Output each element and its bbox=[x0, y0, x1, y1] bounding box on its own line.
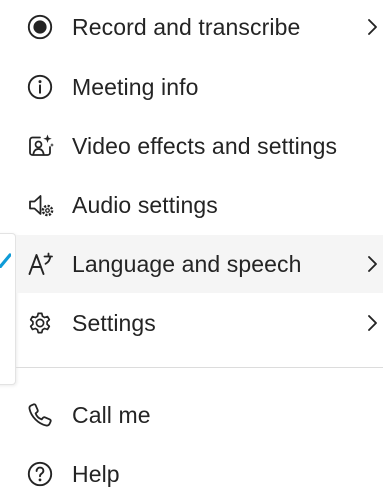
chevron-right-icon bbox=[367, 313, 381, 333]
menu-item-label: Audio settings bbox=[72, 191, 218, 218]
gear-icon bbox=[25, 308, 55, 338]
menu-item-call-me[interactable]: Call me bbox=[16, 386, 383, 444]
chevron-right-icon bbox=[367, 254, 381, 274]
language-icon bbox=[25, 249, 55, 279]
help-icon bbox=[25, 459, 55, 489]
menu-item-meeting-info[interactable]: Meeting info bbox=[16, 58, 383, 116]
menu-item-label: Meeting info bbox=[72, 73, 199, 100]
more-actions-menu: Record and transcribe Meeting info Video… bbox=[16, 0, 383, 493]
menu-item-label: Help bbox=[72, 460, 120, 487]
menu-item-language-and-speech[interactable]: Language and speech bbox=[16, 235, 383, 293]
record-icon bbox=[25, 12, 55, 42]
menu-item-label: Language and speech bbox=[72, 250, 302, 277]
video-effects-icon bbox=[25, 131, 55, 161]
menu-item-label: Call me bbox=[72, 401, 151, 428]
phone-icon bbox=[25, 400, 55, 430]
menu-item-label: Settings bbox=[72, 309, 156, 336]
menu-item-settings[interactable]: Settings bbox=[16, 294, 383, 352]
chevron-right-icon bbox=[367, 17, 381, 37]
menu-item-record-and-transcribe[interactable]: Record and transcribe bbox=[16, 0, 383, 56]
more-actions-menu-screen: Record and transcribe Meeting info Video… bbox=[0, 0, 383, 493]
menu-item-video-effects[interactable]: Video effects and settings bbox=[16, 117, 383, 175]
menu-item-audio-settings[interactable]: Audio settings bbox=[16, 176, 383, 234]
accent-pointer-mark bbox=[0, 253, 11, 268]
menu-item-label: Video effects and settings bbox=[72, 132, 338, 159]
menu-item-help[interactable]: Help bbox=[16, 445, 383, 493]
menu-divider bbox=[16, 367, 383, 368]
audio-settings-icon bbox=[25, 190, 55, 220]
info-icon bbox=[25, 72, 55, 102]
menu-item-label: Record and transcribe bbox=[72, 13, 301, 40]
